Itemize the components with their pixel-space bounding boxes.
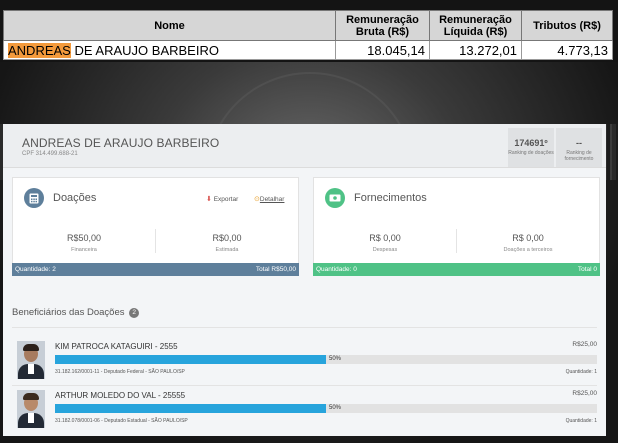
- salary-row: ANDREAS DE ARAUJO BARBEIRO 18.045,14 13.…: [3, 40, 613, 60]
- header-bruta: Remuneração Bruta (R$): [335, 10, 430, 41]
- detail-button[interactable]: ⊙Detalhar: [254, 195, 284, 203]
- supply-footer: Quantidade: 0 Total 0: [313, 263, 600, 276]
- supply-terceiros-label: Doações a terceiros: [503, 247, 553, 253]
- profile-cpf: CPF 314.499.688-21: [22, 151, 78, 157]
- divider: [12, 327, 597, 328]
- export-label: Exportar: [213, 196, 239, 203]
- supply-total: Total 0: [577, 266, 597, 273]
- progress-label: 50%: [329, 356, 342, 362]
- progress-bar: 50%: [55, 404, 597, 413]
- search-highlight: ANDREAS: [8, 42, 71, 58]
- avatar: [17, 390, 45, 428]
- beneficiary-name[interactable]: KIM PATROCA KATAGUIRI - 2555: [55, 342, 178, 351]
- donations-title: Doações: [53, 192, 97, 204]
- supply-despesas-value: R$ 0,00: [369, 233, 401, 243]
- supply-quantity: Quantidade: 0: [316, 266, 357, 273]
- ranking-supply-value: --: [576, 138, 582, 148]
- donations-estimada-value: R$0,00: [212, 233, 242, 243]
- donations-card: Doações ⬇ Exportar ⊙Detalhar R$50,00 Fin…: [12, 177, 299, 276]
- profile-header: ANDREAS DE ARAUJO BARBEIRO CPF 314.499.6…: [3, 124, 606, 168]
- progress-label: 50%: [329, 405, 342, 411]
- ranking-supply-label: Ranking de fornecimento: [564, 150, 594, 162]
- salary-liquida: 13.272,01: [429, 40, 522, 60]
- salary-bruta: 18.045,14: [335, 40, 430, 60]
- list-item[interactable]: ARTHUR MOLEDO DO VAL - 25555 R$25,00 50%…: [12, 390, 597, 434]
- donations-footer: Quantidade: 2 Total R$50,00: [12, 263, 299, 276]
- donor-panel: ANDREAS DE ARAUJO BARBEIRO CPF 314.499.6…: [3, 124, 606, 436]
- progress-fill: [55, 404, 326, 413]
- beneficiary-quantity: Quantidade: 1: [565, 369, 597, 375]
- beneficiary-name[interactable]: ARTHUR MOLEDO DO VAL - 25555: [55, 391, 185, 400]
- header-liquida: Remuneração Líquida (R$): [429, 10, 522, 41]
- salary-name-rest: DE ARAUJO BARBEIRO: [70, 42, 219, 58]
- profile-name: ANDREAS DE ARAUJO BARBEIRO: [22, 136, 220, 150]
- avatar: [17, 341, 45, 379]
- salary-header-row: Nome Remuneração Bruta (R$) Remuneração …: [3, 10, 613, 41]
- ranking-donations-value: 174691º: [514, 138, 548, 148]
- donations-total: Total R$50,00: [255, 266, 296, 273]
- salary-tributos: 4.773,13: [521, 40, 613, 60]
- donations-financeira-label: Financeira: [71, 247, 97, 253]
- ranking-donations-label: Ranking de doações: [508, 150, 554, 156]
- list-item[interactable]: KIM PATROCA KATAGUIRI - 2555 R$25,00 50%…: [12, 341, 597, 385]
- progress-fill: [55, 355, 326, 364]
- beneficiary-amount: R$25,00: [572, 341, 597, 348]
- beneficiaries-count-badge: 2: [129, 308, 140, 318]
- beneficiary-amount: R$25,00: [572, 390, 597, 397]
- beneficiaries-title-text: Beneficiários das Doações: [12, 307, 125, 318]
- beneficiary-info: 31.182.162/0001-11 - Deputado Federal - …: [55, 369, 185, 375]
- ranking-supply[interactable]: -- Ranking de fornecimento: [556, 128, 602, 167]
- header-nome: Nome: [3, 10, 336, 41]
- supply-title: Fornecimentos: [354, 192, 427, 204]
- supply-despesas-label: Despesas: [372, 247, 398, 253]
- beneficiary-info: 31.182.078/0001-06 - Deputado Estadual -…: [55, 418, 188, 424]
- donations-quantity: Quantidade: 2: [15, 266, 56, 273]
- donations-estimada-label: Estimada: [215, 247, 239, 253]
- supply-card: Fornecimentos R$ 0,00 Despesas R$ 0,00 D…: [313, 177, 600, 276]
- detail-label: Detalhar: [259, 196, 285, 203]
- calculator-icon: [24, 188, 44, 208]
- export-button[interactable]: ⬇ Exportar: [206, 195, 238, 203]
- salary-name-cell: ANDREAS DE ARAUJO BARBEIRO: [3, 40, 336, 60]
- beneficiaries-title: Beneficiários das Doações 2: [12, 307, 140, 318]
- progress-bar: 50%: [55, 355, 597, 364]
- money-icon: [325, 188, 345, 208]
- header-tributos: Tributos (R$): [521, 10, 613, 41]
- ranking-donations[interactable]: 174691º Ranking de doações: [508, 128, 554, 167]
- download-icon: ⬇: [206, 196, 212, 203]
- salary-table: Nome Remuneração Bruta (R$) Remuneração …: [3, 10, 613, 60]
- beneficiary-quantity: Quantidade: 1: [565, 418, 597, 424]
- donations-financeira-value: R$50,00: [66, 233, 102, 243]
- divider: [12, 385, 597, 386]
- supply-terceiros-value: R$ 0,00: [512, 233, 544, 243]
